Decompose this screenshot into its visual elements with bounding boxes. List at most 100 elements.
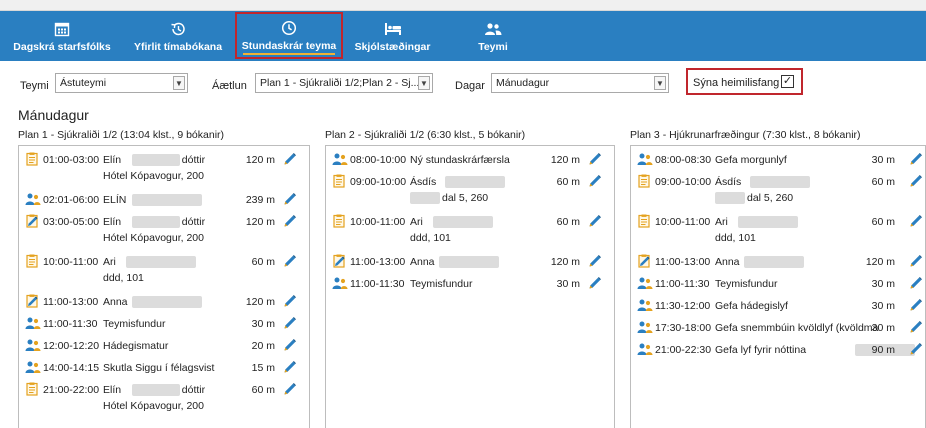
show-address-checkbox[interactable]: ✓ bbox=[781, 75, 794, 88]
nav-item-staff-schedule[interactable]: Dagskrá starfsfólks bbox=[2, 11, 122, 61]
edit-pencil-icon[interactable] bbox=[588, 152, 602, 166]
entry-address: ddd, 101 bbox=[715, 232, 756, 244]
entry-duration: 120 m bbox=[865, 256, 895, 268]
schedule-entry[interactable]: 17:30-18:00 Gefa snemmbúin kvöldlyf (kvöl… bbox=[631, 320, 925, 338]
edit-pencil-icon[interactable] bbox=[588, 254, 602, 268]
entry-duration: 60 m bbox=[556, 176, 580, 188]
entry-name: Ari bbox=[715, 216, 728, 228]
entry-time: 08:00-08:30 bbox=[655, 154, 712, 166]
entry-duration: 120 m bbox=[550, 154, 580, 166]
entry-duration: 30 m bbox=[871, 322, 895, 334]
edited-booking-icon bbox=[25, 214, 39, 228]
entry-duration: 60 m bbox=[251, 256, 275, 268]
schedule-entry[interactable]: 08:00-08:30 Gefa morgunlyf 30 m bbox=[631, 152, 925, 170]
edit-pencil-icon[interactable] bbox=[283, 152, 297, 166]
edit-pencil-icon[interactable] bbox=[909, 276, 923, 290]
entry-name-suffix: dóttir bbox=[181, 216, 206, 228]
edit-pencil-icon[interactable] bbox=[588, 276, 602, 290]
schedule-entry[interactable]: 11:30-12:00 Gefa hádegislyf 30 m bbox=[631, 298, 925, 316]
entry-address-text: Hótel Kópavogur, 200 bbox=[103, 400, 204, 412]
team-filter-label: Teymi bbox=[20, 80, 49, 92]
edit-pencil-icon[interactable] bbox=[909, 174, 923, 188]
schedule-entry[interactable]: 09:00-10:00 Ásdís 60 m bbox=[326, 174, 614, 192]
schedule-entry[interactable]: 11:00-13:00 Anna 120 m bbox=[631, 254, 925, 272]
edit-pencil-icon[interactable] bbox=[283, 294, 297, 308]
edit-pencil-icon[interactable] bbox=[283, 338, 297, 352]
entry-address-text: ddd, 101 bbox=[103, 272, 144, 284]
edit-pencil-icon[interactable] bbox=[588, 214, 602, 228]
schedule-entry[interactable]: 09:00-10:00 Ásdís 60 m bbox=[631, 174, 925, 192]
edit-pencil-icon[interactable] bbox=[283, 360, 297, 374]
edit-pencil-icon[interactable] bbox=[588, 174, 602, 188]
plan-select-value: Plan 1 - Sjúkraliði 1/2;Plan 2 - Sj... bbox=[260, 77, 420, 89]
redacted-text bbox=[737, 216, 798, 228]
show-address-label: Sýna heimilisfang bbox=[693, 77, 780, 89]
edit-pencil-icon[interactable] bbox=[909, 214, 923, 228]
plan-1-title: Plan 1 - Sjúkraliði 1/2 (13:04 klst., 9 … bbox=[18, 129, 225, 141]
nav-item-team-schedules[interactable]: Stundaskrár teyma bbox=[235, 12, 343, 59]
edit-pencil-icon[interactable] bbox=[909, 152, 923, 166]
nav-item-label: Skjólstæðingar bbox=[354, 40, 431, 53]
nav-item-clients[interactable]: Skjólstæðingar bbox=[345, 11, 440, 61]
entry-duration: 30 m bbox=[556, 278, 580, 290]
schedule-entry[interactable]: 10:00-11:00 Ari 60 m bbox=[326, 214, 614, 232]
entry-duration: 239 m bbox=[245, 194, 275, 206]
edit-pencil-icon[interactable] bbox=[283, 192, 297, 206]
schedule-entry[interactable]: 10:00-11:00 Ari 60 m bbox=[19, 254, 309, 272]
nav-item-booking-overview[interactable]: Yfirlit tímabókana bbox=[124, 11, 232, 61]
entry-time: 21:00-22:30 bbox=[655, 344, 712, 356]
schedule-entry[interactable]: 21:00-22:00 Elín dóttir 60 m bbox=[19, 382, 309, 400]
plan-select[interactable]: Plan 1 - Sjúkraliði 1/2;Plan 2 - Sj... ▼ bbox=[255, 73, 433, 93]
schedule-entry[interactable]: 08:00-10:00 Ný stundaskrárfærsla 120 m bbox=[326, 152, 614, 170]
schedule-entry[interactable]: 01:00-03:00 Elín dóttir 120 m bbox=[19, 152, 309, 170]
entry-time: 11:00-11:30 bbox=[655, 278, 710, 290]
entry-time: 10:00-11:00 bbox=[655, 216, 711, 228]
entry-time: 11:00-11:30 bbox=[43, 318, 98, 330]
day-select[interactable]: Mánudagur ▼ bbox=[491, 73, 669, 93]
day-title: Mánudagur bbox=[18, 107, 89, 123]
entry-name: Gefa snemmbúin kvöldlyf (kvöldma bbox=[715, 322, 879, 334]
entry-name: Elín bbox=[103, 216, 122, 228]
schedule-entry[interactable]: 11:00-13:00 Anna 120 m bbox=[19, 294, 309, 312]
entry-duration: 30 m bbox=[871, 300, 895, 312]
entry-address-text: ddd, 101 bbox=[715, 232, 756, 244]
booking-icon bbox=[332, 214, 346, 228]
entry-time: 11:00-11:30 bbox=[350, 278, 405, 290]
schedule-entry[interactable]: 11:00-13:00 Anna 120 m bbox=[326, 254, 614, 272]
entry-address-text: Hótel Kópavogur, 200 bbox=[103, 232, 204, 244]
group-icon bbox=[637, 276, 653, 290]
entry-time: 09:00-10:00 bbox=[350, 176, 407, 188]
edited-booking-icon bbox=[25, 294, 39, 308]
schedule-entry[interactable]: 03:00-05:00 Elín dóttir 120 m bbox=[19, 214, 309, 232]
schedule-entry[interactable]: 12:00-12:20 Hádegismatur 20 m bbox=[19, 338, 309, 356]
show-address-toggle[interactable]: Sýna heimilisfang ✓ bbox=[686, 68, 803, 95]
plan-2-title: Plan 2 - Sjúkraliði 1/2 (6:30 klst., 5 b… bbox=[325, 129, 526, 141]
edit-pencil-icon[interactable] bbox=[909, 254, 923, 268]
schedule-entry[interactable]: 11:00-11:30 Teymisfundur 30 m bbox=[326, 276, 614, 294]
nav-item-label: Dagskrá starfsfólks bbox=[13, 40, 111, 53]
edit-pencil-icon[interactable] bbox=[283, 316, 297, 330]
entry-name: Ný stundaskrárfærsla bbox=[410, 154, 510, 166]
edit-pencil-icon[interactable] bbox=[283, 214, 297, 228]
redacted-text bbox=[410, 192, 440, 204]
entry-address-text: ddd, 101 bbox=[410, 232, 451, 244]
entry-time: 17:30-18:00 bbox=[655, 322, 712, 334]
nav-item-teams[interactable]: Teymi bbox=[458, 11, 528, 61]
chevron-down-icon: ▼ bbox=[173, 76, 185, 90]
team-select[interactable]: Ástuteymi ▼ bbox=[55, 73, 188, 93]
edit-pencil-icon[interactable] bbox=[909, 320, 923, 334]
redacted-text bbox=[131, 296, 202, 308]
edit-pencil-icon[interactable] bbox=[909, 298, 923, 312]
chevron-down-icon: ▼ bbox=[418, 76, 430, 90]
schedule-entry[interactable]: 10:00-11:00 Ari 60 m bbox=[631, 214, 925, 232]
edit-pencil-icon[interactable] bbox=[283, 382, 297, 396]
history-icon bbox=[169, 20, 187, 38]
schedule-entry[interactable]: 11:00-11:30 Teymisfundur 30 m bbox=[631, 276, 925, 294]
schedule-entry[interactable]: 21:00-22:30 Gefa lyf fyrir nóttina 90 m bbox=[631, 342, 925, 360]
main-nav-bar: Dagskrá starfsfólks Yfirlit tímabókana S… bbox=[0, 11, 926, 61]
schedule-entry[interactable]: 11:00-11:30 Teymisfundur 30 m bbox=[19, 316, 309, 334]
schedule-entry[interactable]: 14:00-14:15 Skutla Siggu í félagsvist 15 m bbox=[19, 360, 309, 378]
edit-pencil-icon[interactable] bbox=[283, 254, 297, 268]
edit-pencil-icon[interactable] bbox=[909, 342, 923, 356]
schedule-entry[interactable]: 02:01-06:00 ELÍN 239 m bbox=[19, 192, 309, 210]
